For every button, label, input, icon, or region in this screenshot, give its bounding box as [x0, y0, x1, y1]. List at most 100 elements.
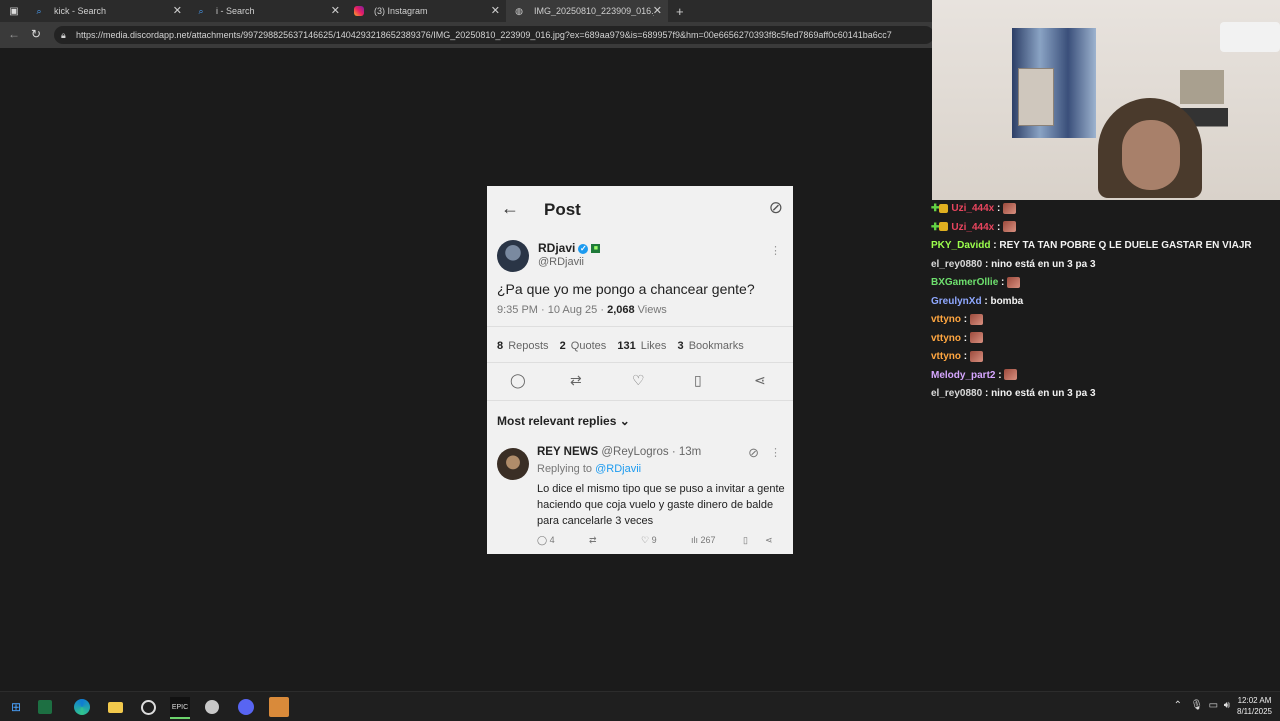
chat-username[interactable]: vttyno [931, 314, 961, 325]
poster [1180, 70, 1224, 104]
chat-separator: : [998, 277, 1008, 288]
share-icon: ⋖ [754, 372, 766, 388]
chat-separator: : [961, 351, 970, 362]
reply-author: REY NEWS @ReyLogros · 13m [537, 446, 702, 458]
chevron-up-icon[interactable]: ⌃ [1174, 700, 1182, 711]
file-explorer-icon[interactable] [105, 697, 125, 717]
verified-icon: ✓ [578, 243, 589, 254]
chat-message: BXGamerOllie : [930, 274, 1280, 293]
bookmark-icon: ▯ [694, 372, 702, 388]
repost-icon: ⇄ [570, 372, 582, 388]
chat-message: Melody_part2 : [930, 367, 1280, 386]
volume-icon[interactable]: 🔊︎ [1224, 700, 1230, 711]
post-meta: 9:35 PM · 10 Aug 25 · 2,068 Views [497, 304, 667, 316]
chat-username[interactable]: GreulynXd [931, 296, 982, 307]
tab-image[interactable]: ◍ IMG_20250810_223909_016.jpg (4… ✕ [506, 0, 668, 22]
chat-username[interactable]: Uzi_444x [951, 203, 994, 214]
divider [487, 326, 793, 327]
poster [1018, 68, 1054, 126]
emote-icon [1007, 276, 1021, 288]
chat-separator: : [961, 332, 970, 344]
subscriber-badge-icon [939, 222, 949, 232]
chat-message: PKY_Davidd : REY TA TAN POBRE Q LE DUELE… [930, 237, 1280, 256]
chat-username[interactable]: BXGamerOllie [931, 277, 998, 288]
tab-instagram[interactable]: (3) Instagram ✕ [346, 0, 506, 22]
stream-chat: ✚ Uzi_444x : ✚ Uzi_444x : PKY_Davidd : REY… [930, 200, 1280, 404]
chat-username[interactable]: Uzi_444x [951, 222, 994, 233]
post-author-handle: @RDjavii [538, 256, 585, 268]
tab-actions-icon[interactable]: ▣ [4, 1, 24, 21]
emote-icon [969, 350, 983, 362]
instagram-icon [354, 6, 364, 16]
streamer-face [1122, 120, 1180, 190]
image-app-icon[interactable] [269, 697, 289, 717]
close-icon[interactable]: ✕ [653, 4, 662, 17]
badge-icon: ✚ [931, 203, 940, 214]
chat-username[interactable]: el_rey0880 [931, 259, 982, 270]
replies-heading: Most relevant replies ⌄ [497, 414, 630, 428]
url-text: https://media.discordapp.net/attachments… [76, 30, 892, 40]
divider [487, 362, 793, 363]
close-icon[interactable]: ✕ [331, 4, 340, 17]
grok-icon: ⊘ [768, 198, 783, 217]
post-actions: ◯ ⇄ ♡ ▯ ⋖ [487, 372, 793, 392]
chat-username[interactable]: Melody_part2 [931, 370, 995, 381]
url-field[interactable]: 🔒︎ https://media.discordapp.net/attachme… [54, 26, 934, 44]
avatar [497, 448, 529, 480]
like-icon: ♡ [632, 372, 645, 388]
tab-kick-search[interactable]: ⌕ kick - Search ✕ [26, 0, 188, 22]
chat-separator: : [982, 258, 992, 270]
windows-start-icon[interactable]: ⊞ [6, 697, 26, 717]
edge-icon[interactable] [72, 697, 92, 717]
epic-games-icon[interactable]: EPIC [170, 697, 190, 719]
subscriber-badge-icon [939, 203, 949, 213]
microphone-icon[interactable]: 🎙︎ [1190, 700, 1203, 711]
search-icon: ⌕ [198, 5, 204, 16]
refresh-icon[interactable]: ↻ [31, 27, 41, 41]
share-icon: ⋖ [765, 535, 773, 545]
tab-label: i - Search [216, 6, 255, 16]
tab-label: IMG_20250810_223909_016.jpg (4… [534, 6, 654, 16]
back-arrow-icon[interactable]: ← [8, 27, 20, 41]
emote-icon [1003, 221, 1017, 233]
close-icon[interactable]: ✕ [173, 4, 182, 17]
chat-username[interactable]: vttyno [931, 333, 961, 344]
chat-message: vttyno : [930, 311, 1280, 330]
post-stats: 8 Reposts 2 Quotes 131 Likes 3 Bookmarks [497, 340, 744, 352]
repost-icon: ⇄ [589, 535, 597, 545]
close-icon[interactable]: ✕ [491, 4, 500, 17]
chat-message: ✚ Uzi_444x : [930, 219, 1280, 238]
windows-taskbar: ⊞ EPIC ⌃ 🎙︎ ▭ 🔊︎ 12:02 AM 8/11/2025 [0, 691, 1280, 721]
new-tab-button[interactable]: + [668, 0, 692, 22]
clock[interactable]: 12:02 AM 8/11/2025 [1237, 695, 1272, 717]
chat-username[interactable]: el_rey0880 [931, 388, 982, 399]
shield-app-icon[interactable] [202, 697, 222, 717]
lock-icon: 🔒︎ [61, 30, 66, 40]
tab-i-search[interactable]: ⌕ i - Search ✕ [188, 0, 346, 22]
chat-text: bomba [990, 295, 1024, 307]
obs-icon[interactable] [138, 697, 158, 717]
bookmark-icon: ▯ [743, 535, 748, 545]
post-header-title: Post [544, 200, 581, 219]
emote-icon [1003, 202, 1017, 214]
spreadsheet-app-icon[interactable] [38, 700, 52, 714]
chat-message: el_rey0880 : nino está en un 3 pa 3 [930, 385, 1280, 404]
emote-icon [969, 332, 983, 344]
more-icon: ⋮ [770, 447, 781, 459]
chat-separator: : [982, 388, 992, 399]
discord-icon[interactable] [236, 697, 256, 717]
badge-icon: ■ [591, 244, 601, 254]
chat-message: el_rey0880 : nino está en un 3 pa 3 [930, 256, 1280, 275]
chat-username[interactable]: PKY_Davidd [931, 240, 990, 251]
reply-count: ◯ 4 [537, 535, 555, 545]
divider [487, 400, 793, 401]
webcam-overlay [932, 0, 1280, 200]
more-icon: ⋮ [770, 245, 781, 257]
network-icon[interactable]: ▭ [1209, 700, 1218, 711]
reply-actions: ◯ 4 ⇄ ♡ 9 ılı 267 ▯ ⋖ [537, 535, 787, 549]
chat-separator: : [994, 221, 1004, 233]
replying-to: Replying to @RDjavii [537, 463, 642, 475]
chat-message: vttyno : [930, 330, 1280, 349]
chat-username[interactable]: vttyno [931, 351, 961, 362]
chat-separator: : [961, 314, 970, 325]
